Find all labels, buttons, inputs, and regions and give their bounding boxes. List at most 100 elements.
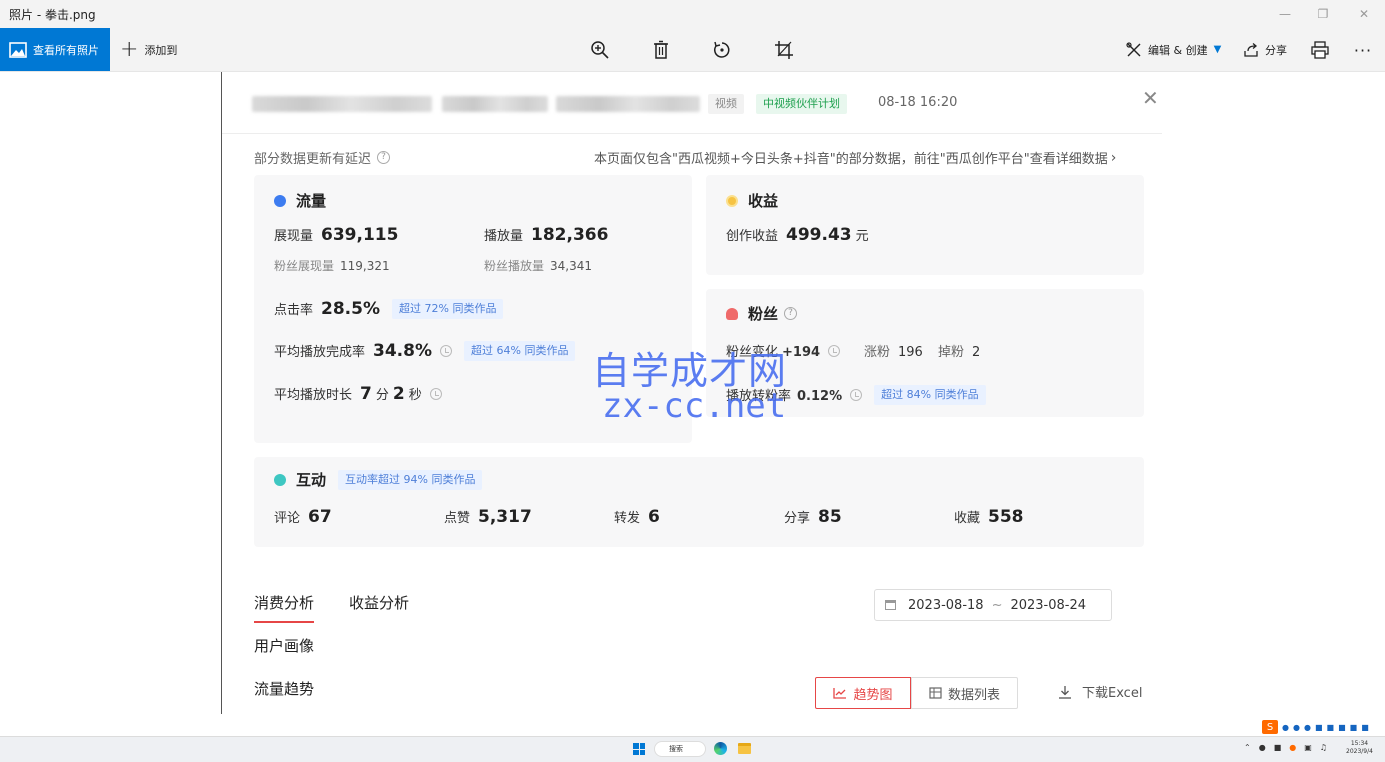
yuan-unit: 元 bbox=[855, 229, 869, 244]
clock-icon bbox=[850, 389, 863, 401]
clock-icon bbox=[440, 345, 452, 357]
like-metric: 点赞 5,317 bbox=[444, 507, 532, 527]
help-icon[interactable]: ? bbox=[377, 151, 391, 164]
volume-icon[interactable]: ♫ bbox=[1320, 743, 1327, 752]
fans-gain-metric: 涨粉 196 bbox=[864, 341, 923, 360]
like-value: 5,317 bbox=[478, 507, 532, 527]
clock[interactable]: 15:34 2023/9/4 bbox=[1346, 740, 1373, 756]
rotate-button[interactable] bbox=[708, 36, 736, 64]
photo-icon bbox=[9, 41, 27, 58]
fans-gain-value: 196 bbox=[898, 345, 923, 360]
ime-icon[interactable]: ■ bbox=[1315, 723, 1323, 732]
share-button[interactable]: 分享 bbox=[1243, 28, 1287, 71]
user-profile-heading: 用户画像 bbox=[254, 637, 315, 655]
scope-link[interactable]: 本页面仅包含"西瓜视频+今日头条+抖音"的部分数据，前往"西瓜创作平台"查看详细… bbox=[594, 148, 1116, 168]
interaction-title: 互动 互动率超过 94% 同类作品 bbox=[274, 469, 483, 490]
trend-chart-button[interactable]: 趋势图 bbox=[815, 677, 911, 709]
edit-create-label: 编辑 & 创建 bbox=[1148, 43, 1208, 57]
data-list-label: 数据列表 bbox=[947, 687, 1000, 703]
file-explorer-icon[interactable] bbox=[738, 743, 751, 754]
download-excel-button[interactable]: 下载Excel bbox=[1058, 682, 1142, 701]
favorite-metric: 收藏 558 bbox=[954, 507, 1024, 527]
interaction-card: 互动 互动率超过 94% 同类作品 评论 67 点赞 5,317 转发 6 分享… bbox=[254, 457, 1144, 547]
duration-minutes: 7 bbox=[360, 384, 372, 404]
traffic-title-text: 流量 bbox=[296, 192, 327, 210]
watermark-url: zx-cc.net bbox=[602, 386, 787, 426]
fans-conversion-value: 0.12% bbox=[797, 389, 843, 404]
ime-icon[interactable]: ● bbox=[1293, 723, 1300, 732]
sogou-tray-icon[interactable]: ● bbox=[1289, 743, 1296, 752]
fans-loss-label: 掉粉 bbox=[938, 345, 965, 360]
share-icon bbox=[1244, 42, 1258, 57]
blurred-title bbox=[442, 96, 548, 112]
ime-icon[interactable]: ● bbox=[1304, 723, 1311, 732]
calendar-icon bbox=[885, 600, 896, 610]
close-icon[interactable]: ✕ bbox=[1142, 88, 1159, 108]
person-icon bbox=[726, 307, 738, 320]
blurred-title bbox=[556, 96, 700, 112]
traffic-icon bbox=[274, 194, 286, 207]
fans-loss-metric: 掉粉 2 bbox=[938, 341, 980, 360]
window-title: 照片 - 拳击.png bbox=[9, 7, 96, 22]
duration-seconds: 2 bbox=[392, 384, 405, 404]
chevron-up-icon[interactable]: ⌃ bbox=[1244, 743, 1251, 752]
plays-metric: 播放量 182,366 bbox=[484, 225, 608, 245]
date-range-picker[interactable]: 2023-08-18 ~ 2023-08-24 bbox=[874, 589, 1112, 621]
rotate-icon bbox=[714, 41, 730, 58]
help-icon[interactable]: ? bbox=[784, 307, 798, 320]
ime-icon[interactable]: ■ bbox=[1350, 723, 1358, 732]
blurred-title bbox=[252, 96, 432, 112]
network-icon[interactable]: ▣ bbox=[1304, 743, 1312, 752]
close-window-button[interactable]: ✕ bbox=[1341, 0, 1385, 28]
ime-icon[interactable]: ■ bbox=[1361, 723, 1369, 732]
program-tag: 中视频伙伴计划 bbox=[756, 94, 847, 114]
taskbar-search-label: 搜索 bbox=[669, 745, 683, 753]
print-button[interactable] bbox=[1306, 36, 1334, 64]
interaction-chip: 互动率超过 94% 同类作品 bbox=[338, 469, 483, 490]
trash-icon bbox=[654, 40, 668, 59]
tab-income-analysis[interactable]: 收益分析 bbox=[349, 592, 409, 613]
income-value: 499.43 bbox=[786, 225, 852, 245]
plays-value: 182,366 bbox=[531, 225, 609, 245]
share-value: 85 bbox=[818, 507, 842, 527]
more-icon: ··· bbox=[1353, 40, 1373, 60]
ime-icon[interactable]: ● bbox=[1282, 723, 1289, 732]
edge-icon[interactable] bbox=[714, 742, 727, 755]
delay-notice: 部分数据更新有延迟 ? bbox=[254, 148, 391, 167]
clock-icon bbox=[429, 388, 442, 400]
mic-icon[interactable]: ● bbox=[1259, 743, 1266, 752]
comment-value: 67 bbox=[308, 507, 332, 527]
windows-start-icon[interactable] bbox=[633, 743, 645, 755]
chat-icon bbox=[274, 473, 286, 486]
delete-button[interactable] bbox=[647, 36, 675, 64]
data-list-button[interactable]: 数据列表 bbox=[911, 677, 1018, 709]
fan-plays-label: 粉丝播放量 bbox=[484, 259, 545, 273]
ime-toolbar: S ● ● ● ■ ■ ■ ■ ■ bbox=[1262, 719, 1369, 735]
favorite-value: 558 bbox=[988, 507, 1024, 527]
tab-consume-analysis[interactable]: 消费分析 bbox=[254, 592, 315, 623]
download-excel-label: 下载Excel bbox=[1082, 686, 1143, 701]
sogou-icon[interactable]: S bbox=[1262, 720, 1278, 734]
add-to-button[interactable]: + 添加到 bbox=[120, 28, 177, 71]
income-title: 收益 bbox=[726, 190, 778, 211]
maximize-button[interactable]: ❐ bbox=[1300, 0, 1346, 28]
ime-icon[interactable]: ■ bbox=[1338, 723, 1346, 732]
income-card: 收益 创作收益 499.43 元 bbox=[706, 175, 1144, 275]
taskbar-search[interactable]: 搜索 bbox=[654, 741, 706, 757]
ime-mode-icon[interactable]: ■ bbox=[1274, 743, 1282, 752]
fans-loss-value: 2 bbox=[972, 345, 981, 360]
view-all-photos-button[interactable]: 查看所有照片 bbox=[0, 28, 110, 71]
minute-unit: 分 bbox=[375, 388, 389, 403]
title-bar: 照片 - 拳击.png — ❐ ✕ bbox=[0, 0, 1385, 28]
crop-button[interactable] bbox=[770, 36, 798, 64]
clock-icon bbox=[828, 344, 841, 357]
fans-gain-label: 涨粉 bbox=[864, 345, 891, 360]
edit-create-button[interactable]: 编辑 & 创建 ▼ bbox=[1126, 28, 1221, 71]
publish-time: 08-18 16:20 bbox=[878, 95, 958, 110]
more-options-button[interactable]: ··· bbox=[1349, 36, 1377, 64]
taskbar: 搜索 ⌃ ● ■ ● ▣ ♫ 15:34 2023/9/4 bbox=[0, 736, 1385, 762]
ime-icon[interactable]: ■ bbox=[1327, 723, 1335, 732]
share-metric: 分享 85 bbox=[784, 507, 842, 527]
impressions-metric: 展现量 639,115 bbox=[274, 225, 398, 245]
zoom-in-button[interactable] bbox=[586, 36, 614, 64]
